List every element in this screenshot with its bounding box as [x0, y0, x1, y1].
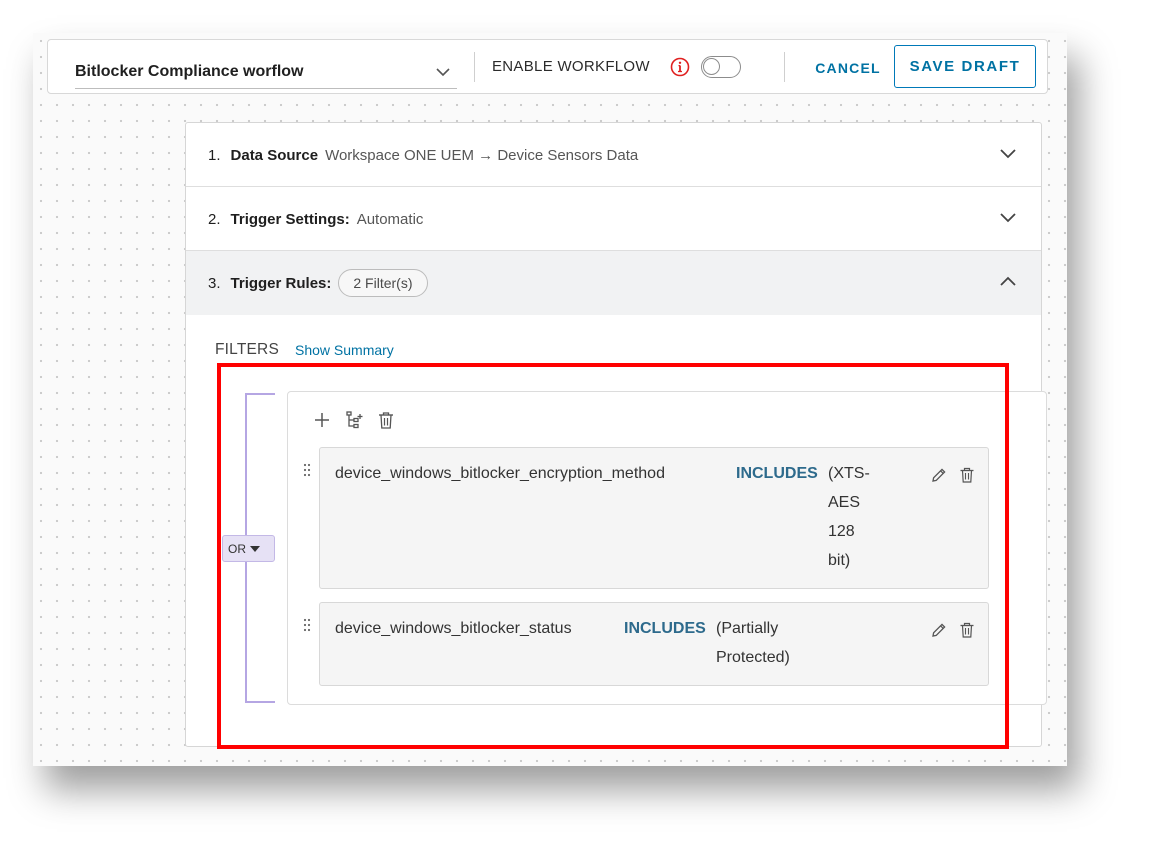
screenshot-frame: Bitlocker Compliance worflow ENABLE WORK… [33, 33, 1067, 766]
enable-workflow-toggle[interactable] [701, 56, 741, 78]
rule-value-line: bit) [828, 552, 851, 569]
step-number: 1. [208, 146, 221, 164]
group-operator-dropdown[interactable]: OR [222, 535, 275, 562]
step-trigger-rules[interactable]: 3. Trigger Rules: 2 Filter(s) [186, 251, 1041, 315]
step-title: Trigger Settings: [230, 210, 350, 228]
show-summary-link[interactable]: Show Summary [295, 342, 394, 358]
chevron-down-icon [1000, 149, 1016, 159]
rule-field: device_windows_bitlocker_encryption_meth… [335, 465, 665, 482]
pencil-icon[interactable] [930, 466, 948, 484]
filter-group: device_windows_bitlocker_encryption_meth… [287, 391, 1047, 705]
nested-group-icon[interactable] [344, 410, 364, 430]
filter-rule: device_windows_bitlocker_status INCLUDES… [303, 602, 989, 686]
group-actions [312, 410, 396, 430]
trash-icon[interactable] [376, 410, 396, 430]
rule-actions [930, 466, 976, 484]
save-draft-button[interactable]: SAVE DRAFT [894, 45, 1036, 88]
drag-handle-icon[interactable] [297, 463, 317, 483]
chevron-up-icon [1000, 276, 1016, 286]
step-value: Automatic [356, 210, 424, 228]
rule-actions [930, 621, 976, 639]
rule-value-line: (Partially [716, 620, 779, 637]
workflow-toolbar: Bitlocker Compliance worflow ENABLE WORK… [47, 39, 1048, 94]
rule-value-line: AES [828, 494, 861, 511]
rule-value: (Partially Protected) [716, 614, 790, 672]
toolbar-divider [474, 52, 475, 82]
rule-operator: INCLUDES [736, 465, 818, 482]
rule-value-line: 128 [828, 523, 855, 540]
drag-handle-icon[interactable] [297, 618, 317, 638]
workflow-name: Bitlocker Compliance worflow [75, 63, 304, 80]
trash-icon[interactable] [958, 466, 976, 484]
toggle-knob [703, 58, 720, 75]
step-number: 3. [208, 274, 221, 292]
info-icon[interactable] [670, 57, 690, 77]
trash-icon[interactable] [958, 621, 976, 639]
filters-label: FILTERS [215, 341, 279, 358]
step-number: 2. [208, 210, 221, 228]
filter-rule: device_windows_bitlocker_encryption_meth… [303, 447, 989, 589]
step-trigger-settings[interactable]: 2. Trigger Settings: Automatic [186, 187, 1041, 251]
cancel-button[interactable]: CANCEL [808, 54, 888, 82]
rule-value-line: (XTS- [828, 465, 870, 482]
workflow-card: 1. Data Source Workspace ONE UEM → Devic… [185, 122, 1047, 747]
step-data-source[interactable]: 1. Data Source Workspace ONE UEM → Devic… [186, 123, 1041, 187]
toolbar-divider [784, 52, 785, 82]
chevron-down-icon [436, 68, 450, 77]
chevron-down-icon [1000, 213, 1016, 223]
rule-value: (XTS- AES 128 bit) [828, 459, 870, 575]
step-title: Trigger Rules: [230, 274, 332, 292]
filter-count-badge: 2 Filter(s) [338, 269, 428, 297]
workflow-select[interactable]: Bitlocker Compliance worflow [75, 54, 457, 89]
rule-operator: INCLUDES [624, 620, 706, 637]
pencil-icon[interactable] [930, 621, 948, 639]
step-title: Data Source [230, 146, 319, 164]
caret-down-icon [250, 545, 260, 552]
group-operator-label: OR [228, 541, 246, 556]
enable-workflow-label: ENABLE WORKFLOW [492, 58, 650, 75]
rule-value-line: Protected) [716, 649, 790, 666]
step-value: Workspace ONE UEM → Device Sensors Data [325, 146, 639, 164]
rule-field: device_windows_bitlocker_status [335, 620, 572, 637]
plus-icon[interactable] [312, 410, 332, 430]
